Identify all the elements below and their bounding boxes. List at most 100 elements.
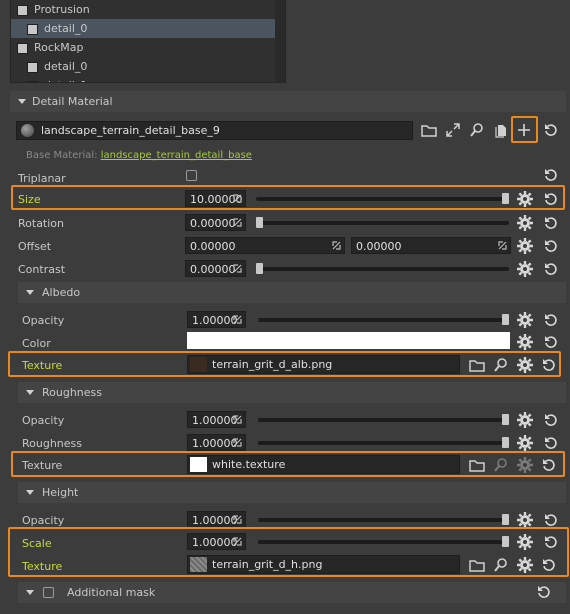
reset-icon[interactable] bbox=[543, 312, 559, 328]
reset-icon[interactable] bbox=[543, 191, 559, 207]
resize-handle-icon[interactable] bbox=[233, 264, 242, 273]
gear-icon[interactable] bbox=[517, 261, 533, 277]
size-input[interactable]: 10.00000 bbox=[185, 190, 246, 207]
additional-mask-header[interactable]: Additional mask bbox=[18, 582, 566, 603]
reset-icon[interactable] bbox=[543, 122, 559, 138]
reset-icon[interactable] bbox=[543, 512, 559, 528]
gear-icon[interactable] bbox=[517, 412, 533, 428]
folder-icon[interactable] bbox=[421, 122, 437, 138]
slider-knob[interactable] bbox=[502, 414, 509, 425]
roughness-input[interactable]: 1.00000 bbox=[187, 434, 246, 451]
roughness-slider[interactable] bbox=[258, 437, 509, 448]
slider-knob[interactable] bbox=[502, 514, 509, 525]
slider-knob[interactable] bbox=[256, 263, 263, 274]
tree-item-detail-0[interactable]: detail_0 bbox=[11, 57, 275, 76]
gear-icon[interactable] bbox=[517, 557, 533, 573]
rotation-slider[interactable] bbox=[256, 217, 509, 228]
collapse-arrow-icon[interactable] bbox=[26, 590, 34, 595]
mask-tree-list[interactable]: Protrusion detail_0 RockMap detail_0 det… bbox=[10, 0, 286, 83]
search-icon[interactable] bbox=[493, 357, 509, 373]
contrast-input[interactable]: 0.00000 bbox=[185, 260, 246, 277]
height-opacity-input[interactable]: 1.00000 bbox=[187, 511, 246, 528]
height-opacity-slider[interactable] bbox=[258, 514, 509, 525]
gear-icon[interactable] bbox=[517, 238, 533, 254]
resize-handle-icon[interactable] bbox=[233, 537, 242, 546]
height-texture-field[interactable]: terrain_grit_d_h.png bbox=[187, 555, 460, 574]
reset-icon[interactable] bbox=[543, 215, 559, 231]
search-icon[interactable] bbox=[469, 122, 485, 138]
tree-checkbox[interactable] bbox=[27, 81, 38, 82]
albedo-opacity-slider[interactable] bbox=[258, 314, 509, 325]
reset-icon[interactable] bbox=[543, 435, 559, 451]
reset-icon[interactable] bbox=[541, 357, 557, 373]
slider-knob[interactable] bbox=[502, 193, 509, 204]
base-material-link[interactable]: landscape_terrain_detail_base bbox=[101, 150, 252, 161]
resize-handle-icon[interactable] bbox=[233, 438, 242, 447]
roughness-texture-field[interactable]: white.texture bbox=[187, 455, 460, 474]
rotation-input[interactable]: 0.00000 bbox=[185, 214, 246, 231]
gear-icon[interactable] bbox=[517, 357, 533, 373]
albedo-header[interactable]: Albedo bbox=[18, 282, 566, 303]
resize-handle-icon[interactable] bbox=[233, 415, 242, 424]
tree-checkbox[interactable] bbox=[17, 5, 28, 16]
tree-checkbox[interactable] bbox=[27, 62, 38, 73]
folder-icon[interactable] bbox=[469, 457, 485, 473]
tree-item-detail-0-selected[interactable]: detail_0 bbox=[11, 19, 275, 38]
reset-icon[interactable] bbox=[543, 412, 559, 428]
offset-x-input[interactable]: 0.00000 bbox=[185, 237, 345, 254]
gear-icon[interactable] bbox=[517, 334, 533, 350]
gear-icon[interactable] bbox=[517, 191, 533, 207]
albedo-texture-field[interactable]: terrain_grit_d_alb.png bbox=[187, 355, 460, 374]
reset-icon[interactable] bbox=[543, 261, 559, 277]
albedo-opacity-input[interactable]: 1.00000 bbox=[187, 311, 246, 328]
tree-checkbox[interactable] bbox=[27, 24, 38, 35]
resize-handle-icon[interactable] bbox=[233, 218, 242, 227]
add-icon[interactable] bbox=[516, 122, 532, 138]
resize-handle-icon[interactable] bbox=[233, 515, 242, 524]
resize-handle-icon[interactable] bbox=[332, 241, 341, 250]
reset-icon[interactable] bbox=[536, 584, 552, 600]
collapse-arrow-icon[interactable] bbox=[18, 99, 26, 104]
gear-icon[interactable] bbox=[517, 215, 533, 231]
contrast-slider[interactable] bbox=[256, 263, 509, 274]
tree-item-protrusion[interactable]: Protrusion bbox=[11, 0, 275, 19]
additional-mask-checkbox[interactable] bbox=[43, 587, 54, 598]
reset-icon[interactable] bbox=[543, 534, 559, 550]
detail-material-header[interactable]: Detail Material bbox=[10, 91, 566, 112]
roughness-opacity-input[interactable]: 1.00000 bbox=[187, 411, 246, 428]
resize-handle-icon[interactable] bbox=[498, 241, 507, 250]
triplanar-checkbox[interactable] bbox=[186, 170, 197, 181]
resize-handle-icon[interactable] bbox=[233, 194, 242, 203]
height-scale-slider[interactable] bbox=[258, 536, 509, 547]
reset-icon[interactable] bbox=[543, 334, 559, 350]
search-icon[interactable] bbox=[493, 557, 509, 573]
slider-knob[interactable] bbox=[502, 314, 509, 325]
gear-icon[interactable] bbox=[517, 312, 533, 328]
reset-icon[interactable] bbox=[543, 167, 559, 183]
roughness-header[interactable]: Roughness bbox=[18, 382, 566, 403]
tree-scrollbar[interactable] bbox=[275, 0, 285, 82]
gear-icon[interactable] bbox=[517, 435, 533, 451]
tree-item-detail-1[interactable]: detail_1 bbox=[11, 76, 275, 82]
slider-knob[interactable] bbox=[256, 217, 263, 228]
folder-icon[interactable] bbox=[469, 557, 485, 573]
offset-y-input[interactable]: 0.00000 bbox=[351, 237, 511, 254]
gear-icon[interactable] bbox=[517, 512, 533, 528]
height-scale-input[interactable]: 1.00000 bbox=[187, 533, 246, 550]
slider-knob[interactable] bbox=[502, 536, 509, 547]
gear-icon[interactable] bbox=[517, 534, 533, 550]
folder-icon[interactable] bbox=[469, 357, 485, 373]
reset-icon[interactable] bbox=[541, 457, 557, 473]
collapse-arrow-icon[interactable] bbox=[26, 290, 34, 295]
reset-icon[interactable] bbox=[541, 557, 557, 573]
clone-icon[interactable] bbox=[493, 122, 509, 138]
tree-item-rockmap[interactable]: RockMap bbox=[11, 38, 275, 57]
size-slider[interactable] bbox=[256, 193, 509, 204]
height-header[interactable]: Height bbox=[18, 482, 566, 503]
slider-knob[interactable] bbox=[502, 437, 509, 448]
albedo-color-swatch[interactable] bbox=[187, 332, 510, 349]
tree-checkbox[interactable] bbox=[17, 43, 28, 54]
expand-icon[interactable] bbox=[445, 122, 461, 138]
collapse-arrow-icon[interactable] bbox=[26, 490, 34, 495]
reset-icon[interactable] bbox=[543, 238, 559, 254]
